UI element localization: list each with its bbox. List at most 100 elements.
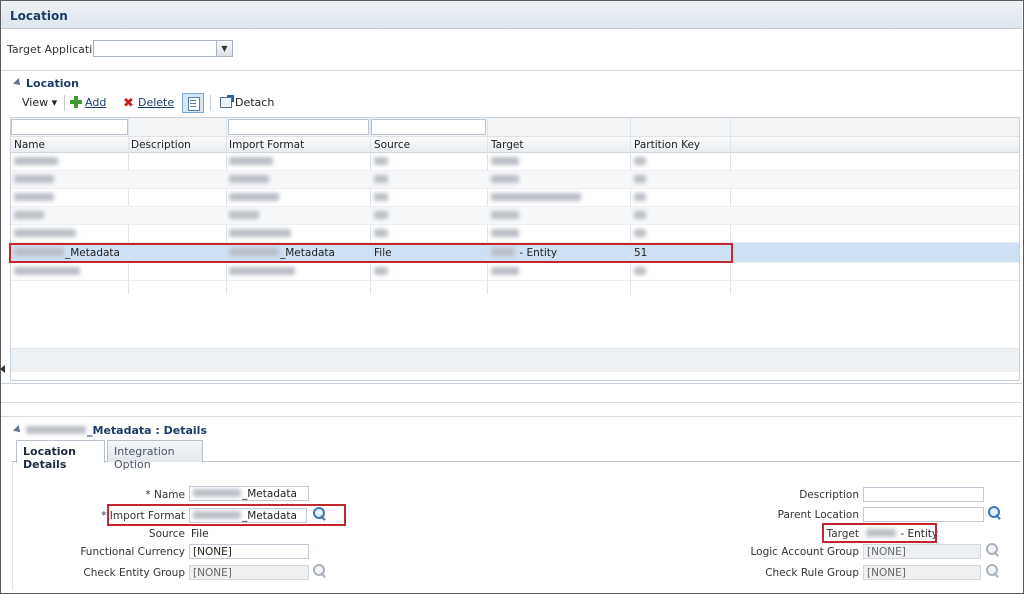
- target-application-label: Target Application: [7, 43, 106, 56]
- location-panel-title-text: Location: [26, 77, 79, 90]
- details-tabs: Location Details Integration Option: [12, 440, 1020, 471]
- redacted-cell: [14, 192, 55, 204]
- redacted-cell: [229, 228, 292, 240]
- divider: [1, 383, 1022, 384]
- redacted-cell: [14, 266, 81, 278]
- search-icon: [986, 543, 1000, 557]
- page-header: Location: [1, 1, 1022, 29]
- functional-currency-label: Functional Currency: [80, 546, 185, 558]
- functional-currency-input[interactable]: [NONE]: [189, 544, 309, 559]
- redacted-cell: [374, 266, 389, 278]
- divider: [1, 402, 1022, 403]
- edit-document-icon[interactable]: [182, 93, 204, 113]
- column-header-target[interactable]: Target: [491, 139, 523, 151]
- highlight-box-target: [822, 523, 937, 543]
- table-footer-band: [11, 348, 1019, 372]
- chevron-down-icon[interactable]: ▼: [216, 41, 232, 56]
- delete-label: Delete: [138, 96, 175, 109]
- parent-location-label: Parent Location: [777, 509, 859, 521]
- redacted-cell: [14, 156, 59, 168]
- tab-integration-option[interactable]: Integration Option: [107, 440, 203, 471]
- redacted-cell: [229, 174, 270, 186]
- table-row[interactable]: [11, 225, 1019, 243]
- search-icon[interactable]: [988, 506, 1002, 520]
- description-label: Description: [799, 489, 859, 501]
- table-row[interactable]: [11, 153, 1019, 171]
- redacted-cell: [491, 156, 520, 168]
- column-header-description[interactable]: Description: [131, 139, 191, 151]
- tab-location-details[interactable]: Location Details: [16, 440, 105, 471]
- logic-account-group-label: Logic Account Group: [750, 546, 859, 558]
- column-header-partition-key[interactable]: Partition Key: [634, 139, 700, 151]
- splitter-handle-icon[interactable]: [0, 362, 6, 376]
- detach-label: Detach: [235, 96, 275, 109]
- column-header-source[interactable]: Source: [374, 139, 410, 151]
- toolbar-separator: [210, 95, 211, 111]
- highlight-box-import-format: [107, 504, 346, 526]
- filter-row: [11, 118, 1019, 137]
- divider: [1, 416, 1022, 417]
- page-title: Location: [10, 9, 68, 23]
- redacted-cell: [491, 174, 520, 186]
- details-title-text: _Metadata : Details: [87, 424, 207, 437]
- import-format-filter-input[interactable]: [228, 119, 369, 135]
- section-divider: [1, 70, 1022, 71]
- column-header-import-format[interactable]: Import Format: [229, 139, 304, 151]
- toolbar-separator: [64, 95, 65, 111]
- check-entity-group-input: [NONE]: [189, 565, 309, 580]
- collapse-triangle-icon[interactable]: [13, 425, 23, 435]
- add-button[interactable]: Add: [70, 96, 106, 109]
- redacted-cell: [229, 192, 280, 204]
- source-label: Source: [148, 528, 185, 540]
- redacted-cell: [634, 156, 647, 168]
- source-value: File: [191, 528, 209, 540]
- redacted-cell: [491, 228, 520, 240]
- redacted-cell: [229, 266, 296, 278]
- redacted-cell: [491, 192, 582, 204]
- check-entity-group-label: Check Entity Group: [83, 567, 185, 579]
- add-icon: [70, 96, 82, 108]
- table-row[interactable]: [11, 189, 1019, 207]
- name-filter-input[interactable]: [11, 119, 128, 135]
- details-panel-title[interactable]: _Metadata : Details: [13, 424, 207, 437]
- redacted-cell: [14, 228, 77, 240]
- redacted-cell: [374, 174, 389, 186]
- table-row[interactable]: [11, 171, 1019, 189]
- detach-button[interactable]: Detach: [220, 95, 275, 109]
- redacted-cell: [634, 192, 647, 204]
- redacted-cell: [491, 210, 520, 222]
- redacted-cell: [634, 266, 647, 278]
- redacted-cell: [374, 192, 389, 204]
- table-row[interactable]: [11, 207, 1019, 225]
- collapse-triangle-icon[interactable]: [13, 78, 23, 88]
- redacted-cell: [229, 210, 260, 222]
- delete-x-icon: ✖: [123, 96, 134, 111]
- view-menu[interactable]: View ▾: [22, 96, 57, 109]
- redacted-cell: [634, 210, 647, 222]
- redacted-cell: [229, 156, 274, 168]
- table-row[interactable]: [11, 263, 1019, 281]
- add-label: Add: [85, 96, 107, 109]
- check-rule-group-label: Check Rule Group: [765, 567, 859, 579]
- delete-button[interactable]: ✖ Delete: [123, 96, 174, 110]
- search-icon: [986, 564, 1000, 578]
- search-icon: [313, 564, 327, 578]
- redacted-cell: [374, 156, 389, 168]
- redacted-cell: [14, 174, 55, 186]
- redacted-cell: [634, 228, 647, 240]
- column-header-name[interactable]: Name: [14, 139, 45, 151]
- redacted-cell: [634, 174, 647, 186]
- description-input[interactable]: [863, 487, 984, 502]
- name-input[interactable]: _Metadata: [189, 486, 309, 501]
- check-rule-group-input: [NONE]: [863, 565, 981, 580]
- redacted-cell: [14, 210, 45, 222]
- target-application-select[interactable]: ▼: [93, 40, 233, 57]
- name-label: * Name: [145, 489, 185, 501]
- redacted-cell: [374, 228, 389, 240]
- redacted-cell: [491, 266, 520, 278]
- parent-location-input[interactable]: [863, 507, 984, 522]
- source-filter-input[interactable]: [371, 119, 486, 135]
- highlight-box-selected-row: [9, 243, 733, 263]
- location-toolbar: View ▾ Add ✖ Delete Detach: [12, 93, 1020, 115]
- location-panel-title[interactable]: Location: [13, 77, 79, 90]
